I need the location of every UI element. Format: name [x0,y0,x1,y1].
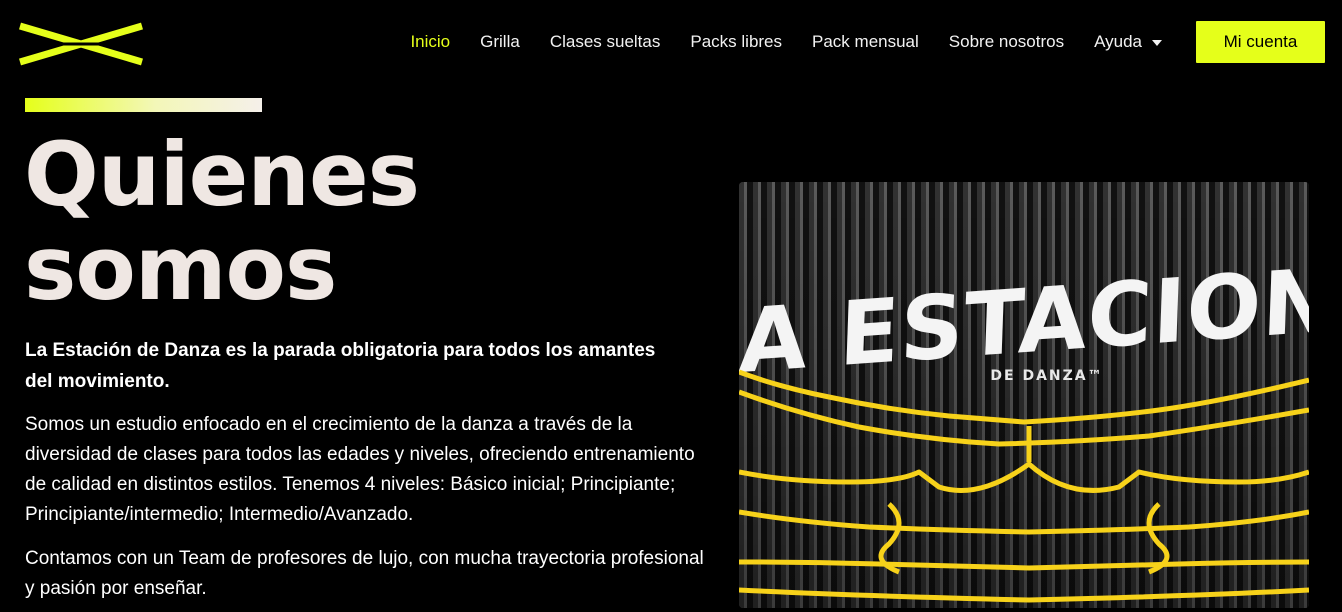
nav-item-clases-sueltas[interactable]: Clases sueltas [550,32,661,52]
page-title-line-2: somos [24,217,337,320]
account-button[interactable]: Mi cuenta [1196,21,1325,63]
chevron-down-icon [1152,40,1162,46]
accent-bar [25,98,262,112]
nav-item-sobre-nosotros[interactable]: Sobre nosotros [949,32,1064,52]
page-title: Quienes somos [24,128,584,316]
nav-dropdown-label: Ayuda [1094,32,1142,51]
nav-item-pack-mensual[interactable]: Pack mensual [812,32,919,52]
page-title-line-1: Quienes [24,123,420,226]
nav-item-grilla[interactable]: Grilla [480,32,520,52]
about-paragraph-2: Contamos con un Team de profesores de lu… [25,548,704,599]
studio-sign-photo: LA ESTACION DE DANZA™ [739,182,1309,608]
intro-text: La Estación de Danza es la parada obliga… [25,340,656,392]
sign-sub-text: DE DANZA™ [990,368,1103,384]
brand-logo[interactable] [16,18,146,68]
nav-item-packs-libres[interactable]: Packs libres [690,32,782,52]
nav-item-inicio[interactable]: Inicio [410,32,450,52]
nav-dropdown-ayuda[interactable]: Ayuda [1094,32,1162,52]
studio-sign-illustration: LA ESTACION DE DANZA™ [739,182,1309,608]
about-paragraph-1: Somos un estudio enfocado en el crecimie… [25,414,695,525]
main-nav: Inicio Grilla Clases sueltas Packs libre… [410,0,1342,84]
